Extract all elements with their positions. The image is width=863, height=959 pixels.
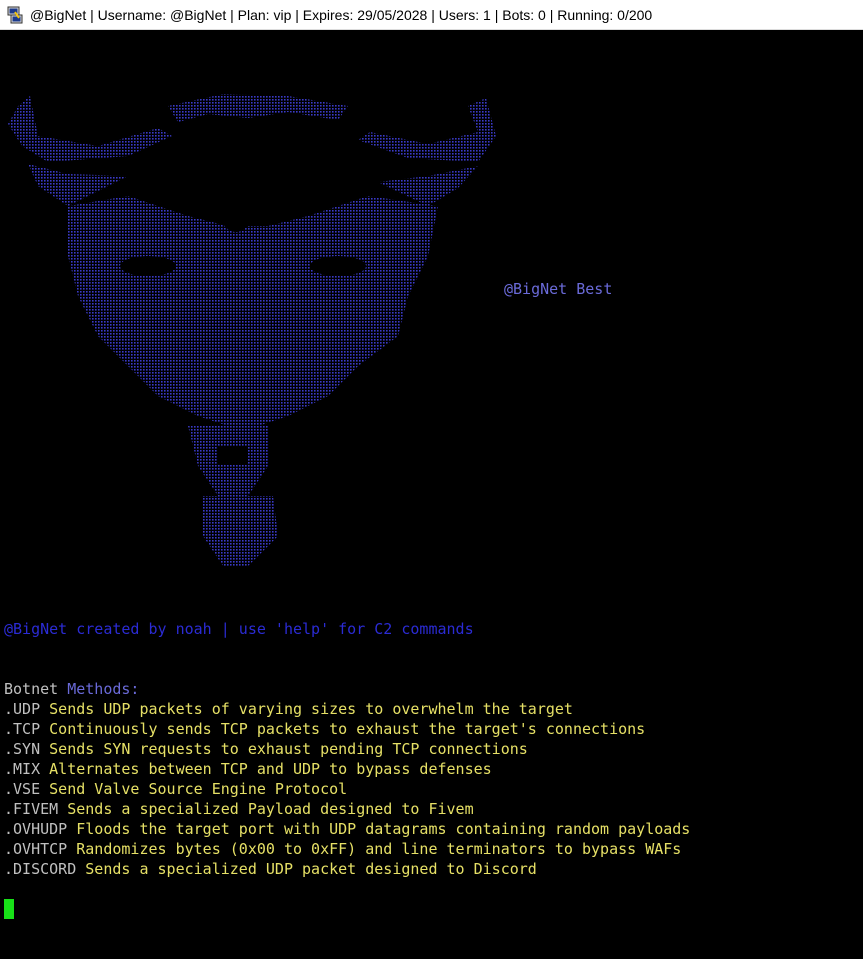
methods-header-part2: Methods: xyxy=(67,680,140,698)
method-row: .OVHUDP Floods the target port with UDP … xyxy=(4,819,690,839)
method-row: .FIVEM Sends a specialized Payload desig… xyxy=(4,799,690,819)
title-bar[interactable]: @BigNet | Username: @BigNet | Plan: vip … xyxy=(0,0,863,30)
ascii-bull-art xyxy=(8,94,496,566)
methods-header: Botnet Methods: xyxy=(4,679,139,699)
terminal-cursor[interactable] xyxy=(4,899,14,919)
method-description: Sends a specialized Payload designed to … xyxy=(67,800,474,818)
method-description: Alternates between TCP and UDP to bypass… xyxy=(49,760,492,778)
method-description: Send Valve Source Engine Protocol xyxy=(49,780,348,798)
method-row: .DISCORD Sends a specialized UDP packet … xyxy=(4,859,690,879)
method-name: .OVHUDP xyxy=(4,820,68,838)
window-title: @BigNet | Username: @BigNet | Plan: vip … xyxy=(30,6,653,23)
method-name: .VSE xyxy=(4,780,41,798)
method-description: Sends SYN requests to exhaust pending TC… xyxy=(49,740,528,758)
methods-header-part1: Botnet xyxy=(4,680,59,698)
method-description: Continuously sends TCP packets to exhaus… xyxy=(49,720,646,738)
method-name: .OVHTCP xyxy=(4,840,68,858)
method-row: .MIX Alternates between TCP and UDP to b… xyxy=(4,759,690,779)
method-name: .UDP xyxy=(4,700,41,718)
method-description: Floods the target port with UDP datagram… xyxy=(76,820,691,838)
method-row: .UDP Sends UDP packets of varying sizes … xyxy=(4,699,690,719)
terminal-window: @BigNet | Username: @BigNet | Plan: vip … xyxy=(0,0,863,959)
terminal-screen[interactable]: @BigNet Best @BigNet created by noah | u… xyxy=(0,30,863,959)
art-tagline: @BigNet Best xyxy=(504,280,613,298)
welcome-banner: @BigNet created by noah | use 'help' for… xyxy=(4,620,474,638)
method-name: .FIVEM xyxy=(4,800,59,818)
method-name: .DISCORD xyxy=(4,860,77,878)
method-name: .TCP xyxy=(4,720,41,738)
method-name: .MIX xyxy=(4,760,41,778)
method-name: .SYN xyxy=(4,740,41,758)
method-description: Randomizes bytes (0x00 to 0xFF) and line… xyxy=(76,840,682,858)
putty-terminal-icon xyxy=(7,6,23,23)
method-row: .VSE Send Valve Source Engine Protocol xyxy=(4,779,690,799)
method-description: Sends a specialized UDP packet designed … xyxy=(85,860,537,878)
methods-list: .UDP Sends UDP packets of varying sizes … xyxy=(4,699,690,879)
method-row: .OVHTCP Randomizes bytes (0x00 to 0xFF) … xyxy=(4,839,690,859)
method-row: .TCP Continuously sends TCP packets to e… xyxy=(4,719,690,739)
method-row: .SYN Sends SYN requests to exhaust pendi… xyxy=(4,739,690,759)
method-description: Sends UDP packets of varying sizes to ov… xyxy=(49,700,573,718)
